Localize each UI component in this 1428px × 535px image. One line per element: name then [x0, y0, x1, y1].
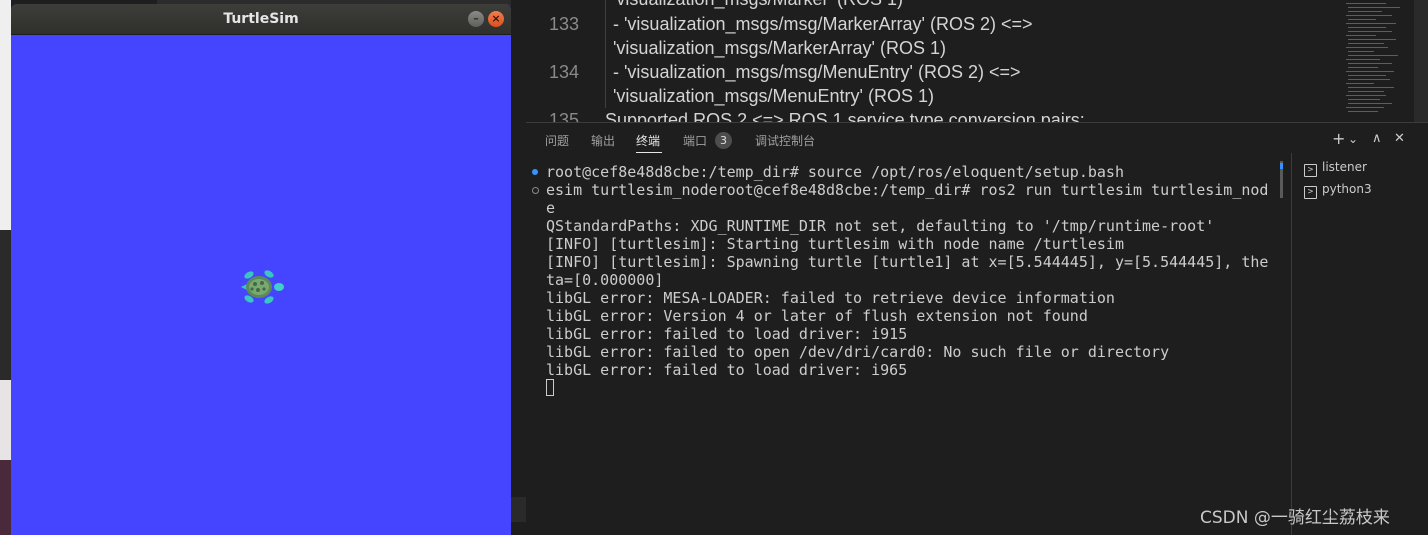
terminal-session-listener[interactable]: > listener — [1304, 160, 1367, 178]
terminal-session-list: > listener > python3 — [1291, 153, 1428, 535]
terminal-session-python3[interactable]: > python3 — [1304, 182, 1372, 200]
window-title: TurtleSim — [223, 11, 299, 27]
line-number: 133 — [548, 14, 579, 34]
terminal-icon: > — [1304, 164, 1317, 177]
add-terminal-button[interactable]: + — [1332, 129, 1345, 148]
terminal-session-label: listener — [1322, 160, 1367, 174]
terminal-line: QStandardPaths: XDG_RUNTIME_DIR not set,… — [546, 217, 1215, 235]
window-titlebar[interactable]: TurtleSim – × — [11, 4, 511, 35]
editor-line: - 'visualization_msgs/msg/MenuEntry' (RO… — [613, 62, 1021, 82]
command-running-dot[interactable] — [532, 187, 539, 194]
terminal-line: libGL error: failed to load driver: i915 — [546, 325, 908, 343]
terminal-line: [INFO] [turtlesim]: Spawning turtle [tur… — [546, 253, 1269, 271]
minimize-button[interactable]: – — [468, 11, 484, 27]
terminal-session-label: python3 — [1322, 182, 1372, 196]
editor-line: 'visualization_msgs/Marker' (ROS 1) — [613, 0, 903, 10]
tab-ports[interactable]: 端口 — [683, 132, 707, 149]
turtlesim-window: TurtleSim – × — [11, 4, 511, 535]
terminal-line: root@cef8e48d8cbe:/temp_dir# source /opt… — [546, 163, 1124, 181]
terminal-line: libGL error: failed to load driver: i965 — [546, 361, 908, 379]
tab-debug-console[interactable]: 调试控制台 — [755, 132, 815, 149]
minimap[interactable] — [1342, 0, 1414, 122]
terminal-icon: > — [1304, 186, 1317, 199]
editor-line: - 'visualization_msgs/msg/MarkerArray' (… — [613, 14, 1033, 34]
tab-output[interactable]: 输出 — [591, 132, 615, 149]
chevron-down-icon[interactable]: ⌄ — [1348, 132, 1358, 146]
tab-terminal[interactable]: 终端 — [636, 132, 660, 149]
terminal-cursor — [546, 379, 554, 396]
scrollbar-marker — [1280, 163, 1283, 169]
turtle-icon — [241, 270, 284, 304]
editor-line: 'visualization_msgs/MenuEntry' (ROS 1) — [613, 86, 934, 106]
turtle-canvas — [11, 35, 511, 535]
bottom-panel: 问题 输出 终端 端口 3 调试控制台 + ⌄ ∧ ✕ root@cef8e48… — [526, 122, 1428, 535]
maximize-panel-button[interactable]: ∧ — [1372, 131, 1382, 146]
terminal-line: esim turtlesim_noderoot@cef8e48d8cbe:/te… — [546, 181, 1269, 199]
ports-count-badge: 3 — [715, 132, 732, 149]
screen: TurtleSim – × 133 - 'visualization_msgs/… — [0, 0, 1428, 535]
line-number: 134 — [548, 62, 579, 82]
editor-scrollbar[interactable] — [1414, 0, 1428, 122]
editor[interactable]: 'visualization_msgs/Marker' (ROS 1) 133 … — [511, 0, 1428, 122]
terminal-line: [INFO] [turtlesim]: Starting turtlesim w… — [546, 235, 1124, 253]
tab-problems[interactable]: 问题 — [545, 132, 569, 149]
close-panel-button[interactable]: ✕ — [1394, 131, 1405, 146]
terminal-line: libGL error: Version 4 or later of flush… — [546, 307, 1088, 325]
line-number: 135 — [548, 110, 579, 122]
desktop-background — [0, 0, 11, 535]
editor-line: Supported ROS 2 <=> ROS 1 service type c… — [605, 110, 1085, 122]
close-button[interactable]: × — [488, 11, 504, 27]
terminal-output[interactable]: root@cef8e48d8cbe:/temp_dir# source /opt… — [526, 161, 1286, 535]
terminal-line: ta=[0.000000] — [546, 271, 664, 289]
terminal-line: libGL error: failed to open /dev/dri/car… — [546, 343, 1170, 361]
panel-gutter — [511, 122, 526, 535]
terminal-line: libGL error: MESA-LOADER: failed to retr… — [546, 289, 1115, 307]
editor-line: 'visualization_msgs/MarkerArray' (ROS 1) — [613, 38, 946, 58]
command-success-dot[interactable] — [532, 169, 538, 175]
watermark: CSDN @一骑红尘荔枝来 — [1200, 508, 1390, 528]
active-tab-indicator — [636, 152, 662, 153]
terminal-line: e — [546, 199, 556, 217]
